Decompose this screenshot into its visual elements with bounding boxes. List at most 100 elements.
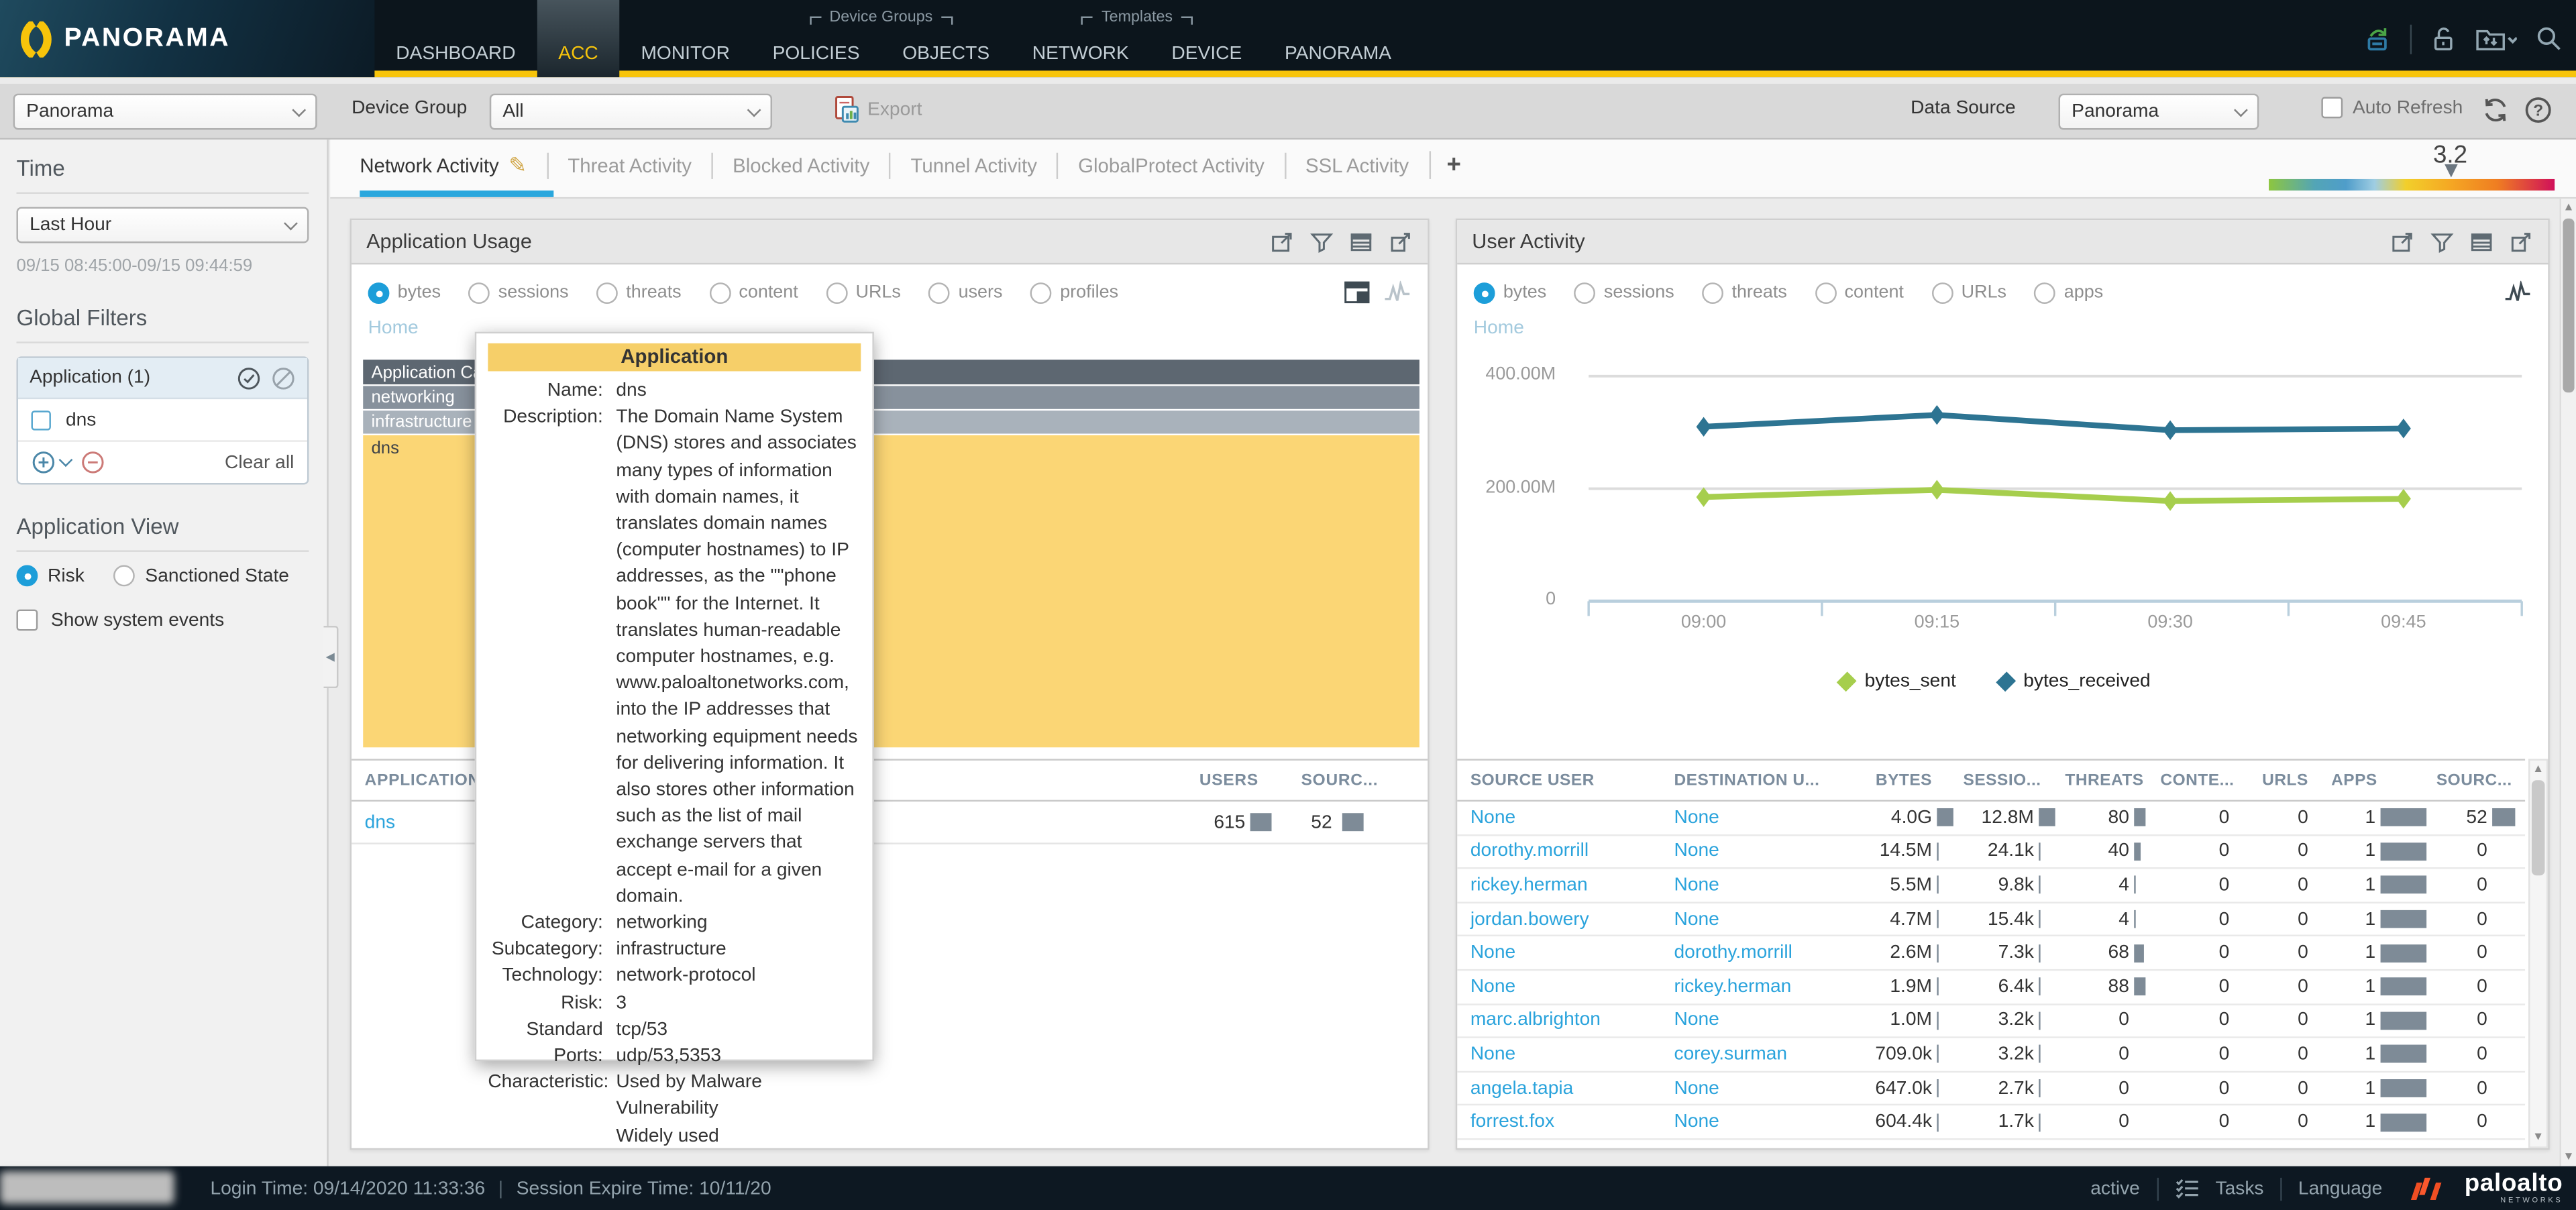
scroll-up-icon[interactable]: ▲ bbox=[2561, 202, 2576, 213]
user-link[interactable]: angela.tapia bbox=[1470, 1079, 1573, 1098]
tab-network-activity[interactable]: Network Activity ✎ bbox=[360, 152, 546, 178]
refresh-icon[interactable] bbox=[2481, 95, 2510, 125]
export-button[interactable]: Export bbox=[835, 95, 922, 123]
col-users[interactable]: USERS bbox=[1165, 771, 1288, 789]
device-group-select[interactable]: All bbox=[490, 94, 772, 130]
user-link[interactable]: jordan.bowery bbox=[1470, 910, 1589, 929]
user-link[interactable]: None bbox=[1470, 977, 1515, 997]
remove-filter-icon[interactable] bbox=[80, 450, 105, 475]
scroll-thumb[interactable] bbox=[2563, 219, 2574, 393]
tab-tunnel-activity[interactable]: Tunnel Activity bbox=[890, 152, 1057, 178]
show-system-events-checkbox[interactable] bbox=[16, 610, 38, 631]
metric-threats-radio[interactable] bbox=[1702, 282, 1723, 303]
metric-apps-radio[interactable] bbox=[2035, 282, 2056, 303]
column-header[interactable]: DESTINATION U... bbox=[1671, 771, 1855, 789]
column-header[interactable]: THREATS bbox=[2061, 771, 2157, 789]
scroll-down-icon[interactable]: ▼ bbox=[2561, 1152, 2576, 1163]
lock-icon[interactable] bbox=[2430, 25, 2456, 53]
help-icon[interactable]: ? bbox=[2524, 95, 2553, 125]
data-point[interactable] bbox=[1697, 487, 1711, 506]
column-header[interactable]: SOURC... bbox=[2433, 771, 2525, 789]
metric-threats-radio[interactable] bbox=[596, 282, 618, 303]
metric-urls-radio[interactable] bbox=[826, 282, 847, 303]
negate-filter-icon[interactable] bbox=[271, 366, 296, 390]
time-range-select[interactable]: Last Hour bbox=[16, 207, 309, 243]
table-view-icon[interactable] bbox=[2469, 229, 2494, 254]
data-source-select[interactable]: Panorama bbox=[2059, 94, 2259, 130]
maximize-icon[interactable] bbox=[2390, 229, 2415, 254]
breadcrumb[interactable]: Home bbox=[1457, 304, 2548, 338]
data-point[interactable] bbox=[1697, 417, 1711, 437]
risk-radio[interactable] bbox=[16, 565, 38, 586]
filter-icon[interactable] bbox=[1309, 229, 1334, 254]
user-link[interactable]: rickey.herman bbox=[1674, 977, 1792, 997]
context-select[interactable]: Panorama bbox=[13, 94, 317, 130]
metric-urls-radio[interactable] bbox=[1932, 282, 1953, 303]
scroll-up-icon[interactable]: ▲ bbox=[2530, 764, 2546, 775]
panorama-brand[interactable]: PANORAMA bbox=[0, 0, 374, 77]
column-header[interactable]: CONTE... bbox=[2157, 771, 2253, 789]
user-link[interactable]: rickey.herman bbox=[1470, 875, 1588, 895]
apply-filter-icon[interactable] bbox=[237, 366, 262, 390]
user-link[interactable]: None bbox=[1674, 1011, 1719, 1030]
filter-icon[interactable] bbox=[2430, 229, 2455, 254]
legend-item[interactable]: bytes_sent bbox=[1840, 672, 1956, 692]
treemap-view-icon[interactable] bbox=[1344, 281, 1370, 304]
column-header[interactable]: APPS bbox=[2328, 771, 2433, 789]
user-link[interactable]: forrest.fox bbox=[1470, 1112, 1554, 1132]
user-link[interactable]: None bbox=[1674, 842, 1719, 861]
data-point[interactable] bbox=[1929, 480, 1944, 500]
data-point[interactable] bbox=[1929, 405, 1944, 425]
table-view-icon[interactable] bbox=[1349, 229, 1374, 254]
nav-tab-panorama[interactable]: PANORAMA bbox=[1263, 0, 1413, 77]
nav-tab-monitor[interactable]: MONITOR bbox=[620, 0, 751, 77]
tasks-button[interactable]: Tasks bbox=[2215, 1178, 2263, 1198]
metric-bytes-radio[interactable] bbox=[368, 282, 390, 303]
user-link[interactable]: None bbox=[1674, 1112, 1719, 1132]
metric-bytes-radio[interactable] bbox=[1474, 282, 1495, 303]
auto-refresh-checkbox[interactable] bbox=[2321, 97, 2343, 118]
legend-item[interactable]: bytes_received bbox=[1998, 672, 2150, 692]
metric-sessions-radio[interactable] bbox=[1574, 282, 1596, 303]
data-point[interactable] bbox=[2163, 491, 2178, 510]
edit-tab-icon[interactable]: ✎ bbox=[508, 152, 527, 178]
line-chart-view-icon[interactable] bbox=[1383, 281, 1411, 304]
column-header[interactable]: SESSIO... bbox=[1960, 771, 2062, 789]
language-button[interactable]: Language bbox=[2298, 1178, 2382, 1198]
tab-blocked-activity[interactable]: Blocked Activity bbox=[711, 152, 889, 178]
sanctioned-state-radio[interactable] bbox=[114, 565, 136, 586]
commit-icon[interactable] bbox=[2363, 24, 2392, 54]
nav-tab-acc[interactable]: ACC bbox=[537, 0, 619, 77]
data-point[interactable] bbox=[2396, 419, 2411, 438]
user-link[interactable]: dorothy.morrill bbox=[1674, 943, 1792, 963]
metric-users-radio[interactable] bbox=[929, 282, 951, 303]
tab-ssl-activity[interactable]: SSL Activity bbox=[1284, 152, 1428, 178]
metric-profiles-radio[interactable] bbox=[1030, 282, 1052, 303]
column-header[interactable]: URLS bbox=[2253, 771, 2328, 789]
user-link[interactable]: None bbox=[1470, 808, 1515, 827]
user-link[interactable]: marc.albrighton bbox=[1470, 1011, 1601, 1030]
metric-sessions-radio[interactable] bbox=[469, 282, 490, 303]
tab-threat-activity[interactable]: Threat Activity bbox=[547, 152, 712, 178]
export-panel-icon[interactable] bbox=[1388, 229, 1413, 254]
column-header[interactable]: SOURCE USER bbox=[1457, 771, 1670, 789]
add-filter-icon[interactable] bbox=[32, 450, 71, 475]
application-link[interactable]: dns bbox=[365, 812, 395, 832]
data-point[interactable] bbox=[2163, 421, 2178, 440]
tab-globalprotect-activity[interactable]: GlobalProtect Activity bbox=[1057, 152, 1284, 178]
data-point[interactable] bbox=[2396, 489, 2411, 508]
add-tab-button[interactable]: + bbox=[1429, 151, 1478, 179]
scroll-thumb[interactable] bbox=[2532, 780, 2545, 875]
metric-content-radio[interactable] bbox=[1815, 282, 1836, 303]
export-panel-icon[interactable] bbox=[2509, 229, 2534, 254]
sidebar-collapse-handle[interactable]: ◀ bbox=[323, 626, 338, 688]
table-scrollbar[interactable]: ▲ ▼ bbox=[2528, 759, 2548, 1148]
user-link[interactable]: dorothy.morrill bbox=[1470, 842, 1589, 861]
col-sources[interactable]: SOURC... bbox=[1288, 771, 1428, 789]
user-link[interactable]: None bbox=[1674, 875, 1719, 895]
maximize-icon[interactable] bbox=[1270, 229, 1295, 254]
dns-filter-checkbox[interactable] bbox=[32, 410, 51, 429]
user-link[interactable]: None bbox=[1674, 910, 1719, 929]
column-header[interactable]: BYTES bbox=[1855, 771, 1960, 789]
push-config-icon[interactable] bbox=[2474, 24, 2517, 54]
